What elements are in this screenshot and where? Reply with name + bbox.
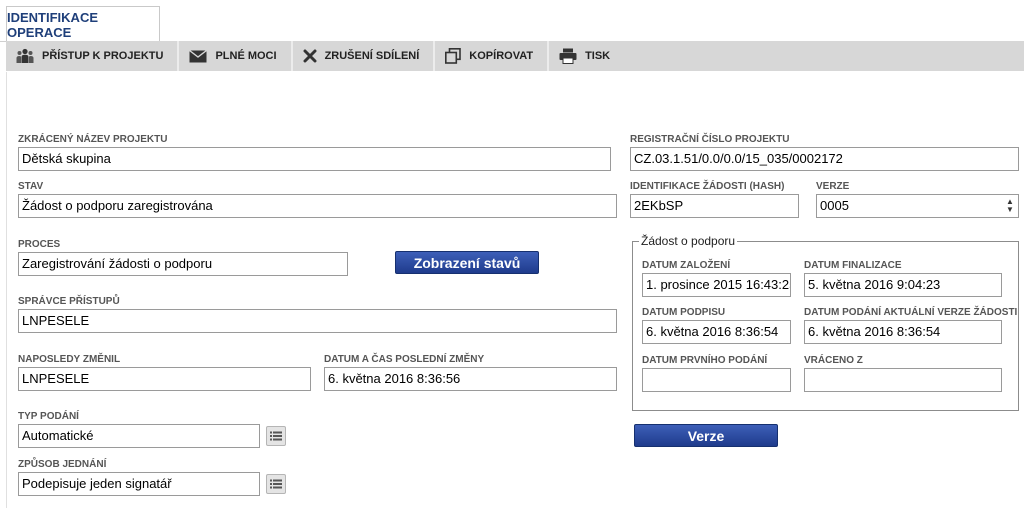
copy-icon [445,48,462,64]
finalized-date-label: DATUM FINALIZACE [804,260,902,271]
submission-type-field[interactable]: Automatické [18,424,260,448]
last-changed-at-field[interactable]: 6. května 2016 8:36:56 [324,367,617,391]
signed-date-label: DATUM PODPISU [642,307,726,318]
list-icon [270,479,282,489]
created-date-field[interactable]: 1. prosince 2015 16:43:25 [642,273,791,297]
toolbar-label: KOPÍROVAT [469,50,534,62]
process-field[interactable]: Zaregistrování žádosti o podporu [18,252,348,276]
acting-method-field[interactable]: Podepisuje jeden signatář [18,472,260,496]
submission-type-label: TYP PODÁNÍ [18,411,79,422]
toolbar-label: TISK [585,50,611,62]
hash-field[interactable]: 2EKbSP [630,194,799,218]
toolbar: PŘÍSTUP K PROJEKTU PLNÉ MOCI ZRUŠENÍ SDÍ… [6,41,1024,71]
acting-method-picker-button[interactable] [266,474,286,494]
last-changed-at-label: DATUM A ČAS POSLEDNÍ ZMĚNY [324,354,485,365]
registration-number-field[interactable]: CZ.03.1.51/0.0/0.0/15_035/0002172 [630,147,1019,171]
form-content: ZKRÁCENÝ NÁZEV PROJEKTU Dětská skupina S… [6,72,1024,508]
last-changed-by-field[interactable]: LNPESELE [18,367,311,391]
short-name-field[interactable]: Dětská skupina [18,147,611,171]
returned-from-field[interactable] [804,368,1002,392]
first-submitted-field[interactable] [642,368,791,392]
version-select[interactable]: 0005 ▲ ▼ [816,194,1019,218]
versions-button[interactable]: Verze [634,424,778,447]
people-icon [16,48,34,63]
tab-identifikace-operace[interactable]: IDENTIFIKACE OPERACE [6,6,160,42]
cross-icon [303,49,317,63]
acting-method-label: ZPŮSOB JEDNÁNÍ [18,459,107,470]
printer-icon [559,48,577,64]
list-icon [270,431,282,441]
print-button[interactable]: TISK [549,41,624,71]
show-states-button[interactable]: Zobrazení stavů [395,251,539,274]
access-to-project-button[interactable]: PŘÍSTUP K PROJEKTU [6,41,180,71]
first-submitted-label: DATUM PRVNÍHO PODÁNÍ [642,355,768,366]
version-spinner[interactable]: ▲ ▼ [1004,197,1016,215]
tab-bar: IDENTIFIKACE OPERACE [0,0,1024,42]
registration-number-label: REGISTRAČNÍ ČÍSLO PROJEKTU [630,134,790,145]
last-changed-by-label: NAPOSLEDY ZMĚNIL [18,354,121,365]
short-name-label: ZKRÁCENÝ NÁZEV PROJEKTU [18,134,168,145]
submission-type-picker-button[interactable] [266,426,286,446]
state-label: STAV [18,181,44,192]
state-field[interactable]: Žádost o podporu zaregistrována [18,194,617,218]
version-label: VERZE [816,181,850,192]
access-admin-field[interactable]: LNPESELE [18,309,617,333]
power-of-attorney-button[interactable]: PLNÉ MOCI [179,41,293,71]
spinner-down-icon: ▼ [1006,205,1014,214]
signed-date-field[interactable]: 6. května 2016 8:36:54 [642,320,791,344]
created-date-label: DATUM ZALOŽENÍ [642,260,731,271]
current-version-submitted-label: DATUM PODÁNÍ AKTUÁLNÍ VERZE ŽÁDOSTI [804,307,1018,318]
current-version-submitted-field[interactable]: 6. května 2016 8:36:54 [804,320,1002,344]
toolbar-label: PLNÉ MOCI [215,50,277,62]
toolbar-label: ZRUŠENÍ SDÍLENÍ [324,50,420,62]
access-admin-label: SPRÁVCE PŘÍSTUPŮ [18,296,120,307]
hash-label: IDENTIFIKACE ŽÁDOSTI (HASH) [630,181,785,192]
application-legend: Žádost o podporu [641,234,736,248]
copy-button[interactable]: KOPÍROVAT [435,41,550,71]
toolbar-label: PŘÍSTUP K PROJEKTU [42,50,164,62]
envelope-icon [189,49,208,62]
finalized-date-field[interactable]: 5. května 2016 9:04:23 [804,273,1002,297]
returned-from-label: VRÁCENO Z [804,355,863,366]
process-label: PROCES [18,239,61,250]
cancel-sharing-button[interactable]: ZRUŠENÍ SDÍLENÍ [293,41,436,71]
version-value: 0005 [820,198,849,213]
